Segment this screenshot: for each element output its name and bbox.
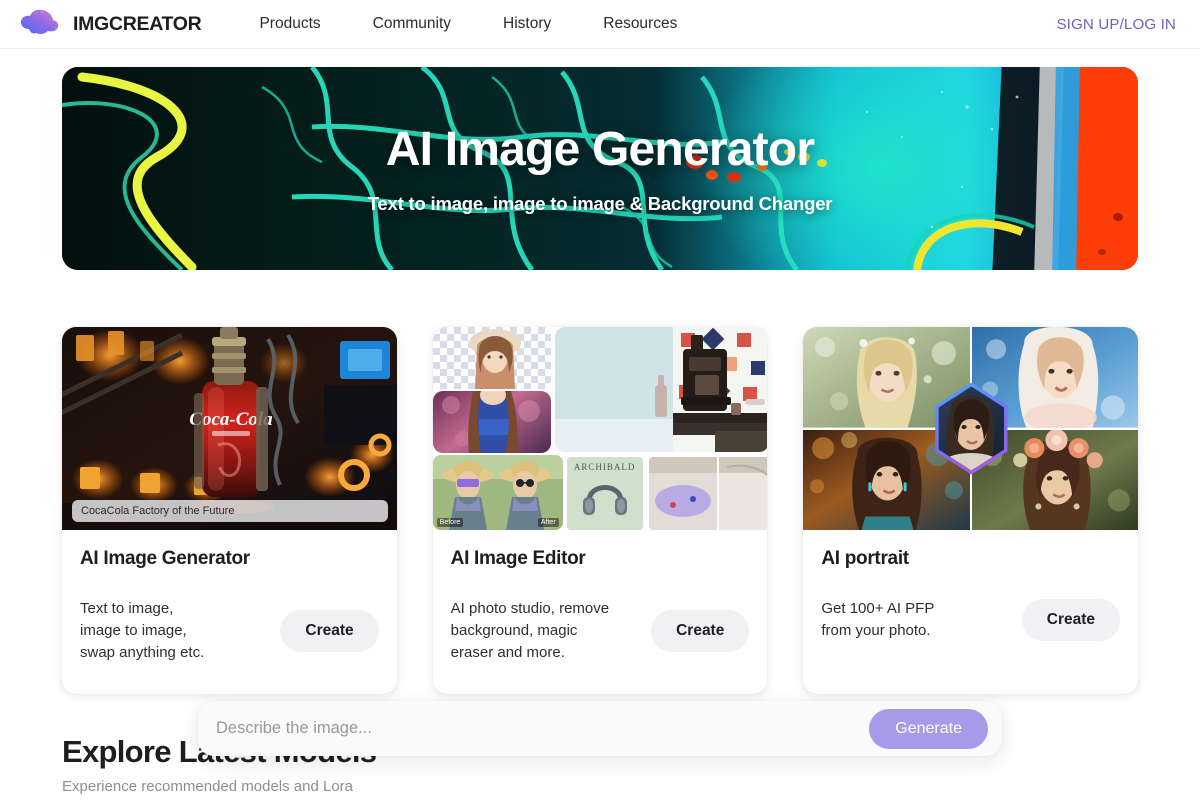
hero-banner[interactable]: AI Image Generator Text to image, image … [62, 67, 1138, 270]
coffee-machine-scene-icon [554, 327, 768, 452]
tile-cutout-checker [432, 327, 551, 389]
gradient-blob-logo-icon [21, 9, 59, 35]
brand-name: IMGCREATOR [73, 12, 202, 35]
card-description: AI photo studio, remove background, magi… [450, 600, 610, 661]
hexagon-portrait-inner [938, 386, 1005, 471]
nav-item-community[interactable]: Community [347, 9, 477, 39]
hero-subtitle: Text to image, image to image & Backgrou… [367, 193, 833, 214]
card-description: Get 100+ AI PFP from your photo. [821, 600, 935, 639]
after-label: After [537, 518, 559, 527]
nav-item-products[interactable]: Products [233, 9, 346, 39]
brand-logo[interactable]: IMGCREATOR [20, 9, 202, 39]
tile-portrait-bokeh [432, 391, 551, 453]
tile-coffee-scene [554, 327, 768, 452]
card-media-generator: Coca-Cola CocaCola Factory of the Future [62, 327, 397, 530]
card-description: Text to image, image to image, swap anyt… [80, 600, 205, 661]
prompt-bar: Generate [198, 701, 1002, 756]
before-label: Before [436, 518, 464, 527]
card-media-portrait [803, 327, 1139, 530]
card-media-editor: Before After ARCHIBALD [432, 327, 768, 530]
create-button-editor[interactable]: Create [651, 610, 750, 652]
tile-before-after: Before After [432, 455, 563, 530]
prompt-input[interactable] [216, 719, 870, 738]
card-row: Get 100+ AI PFP from your photo. Create [821, 598, 1121, 642]
top-header: IMGCREATOR Products Community History Re… [0, 0, 1200, 49]
main-nav: Products Community History Resources [233, 9, 703, 39]
card-title: AI Image Generator [80, 548, 250, 569]
card-ai-image-generator[interactable]: Coca-Cola CocaCola Factory of the Future… [62, 327, 397, 694]
portrait-cutout-icon [468, 329, 521, 389]
card-media-caption: CocaCola Factory of the Future [72, 500, 388, 522]
signup-login-link[interactable]: SIGN UP/LOG IN [1056, 16, 1176, 33]
editor-collage: Before After ARCHIBALD [432, 327, 768, 530]
tile-headphone-product: ARCHIBALD [566, 457, 643, 530]
hero-section: AI Image Generator Text to image, image … [0, 49, 1200, 270]
card-title: AI Image Editor [450, 548, 586, 569]
card-row: Text to image, image to image, swap anyt… [80, 598, 379, 664]
hero-text-block: AI Image Generator Text to image, image … [62, 67, 1138, 270]
card-row: AI photo studio, remove background, magi… [451, 598, 750, 664]
card-title: AI portrait [821, 548, 909, 569]
card-body-generator: AI Image Generator Text to image, image … [62, 530, 397, 694]
feature-cards: Coca-Cola CocaCola Factory of the Future… [0, 270, 1200, 694]
product-brand-label: ARCHIBALD [573, 462, 636, 472]
portrait-center-face-icon [938, 386, 1005, 471]
nav-item-history[interactable]: History [477, 9, 577, 39]
hexagon-frame-icon [935, 382, 1008, 475]
magic-eraser-icon [648, 457, 768, 530]
card-ai-image-editor[interactable]: Before After ARCHIBALD AI Image Editor A… [432, 327, 768, 694]
nav-item-resources[interactable]: Resources [577, 9, 703, 39]
hero-title: AI Image Generator [385, 123, 815, 176]
create-button-generator[interactable]: Create [280, 610, 379, 652]
create-button-portrait[interactable]: Create [1021, 599, 1121, 641]
card-body-portrait: AI portrait Get 100+ AI PFP from your ph… [803, 530, 1138, 694]
card-body-editor: AI Image Editor AI photo studio, remove … [433, 530, 768, 694]
hex-highlight [929, 382, 1013, 475]
generate-button[interactable]: Generate [869, 708, 988, 749]
explore-subtitle: Experience recommended models and Lora [62, 778, 353, 795]
portrait-blue-top-icon [441, 391, 540, 453]
tile-magic-eraser [648, 457, 768, 530]
card-ai-portrait[interactable]: AI portrait Get 100+ AI PFP from your ph… [803, 327, 1139, 694]
